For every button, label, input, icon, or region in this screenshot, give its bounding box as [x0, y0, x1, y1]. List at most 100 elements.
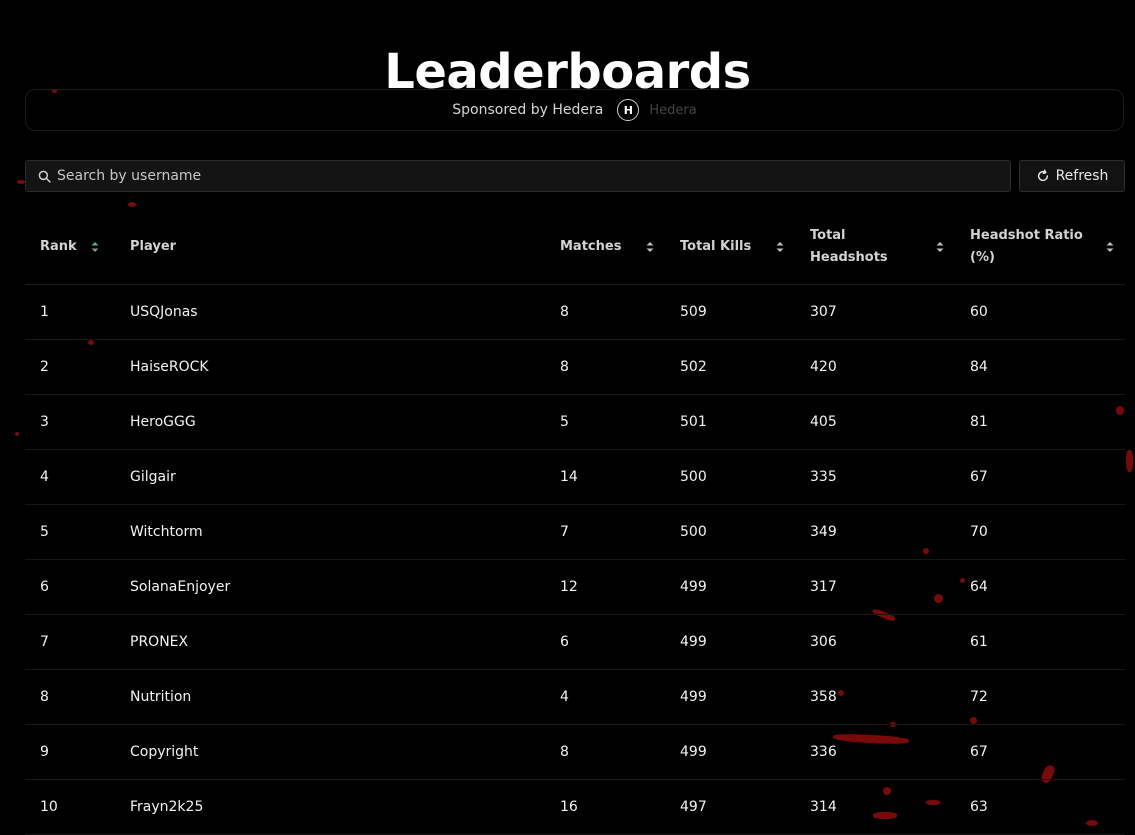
- search-box[interactable]: [25, 160, 1011, 192]
- cell-total-headshots: 349: [795, 504, 955, 560]
- cell-matches: 16: [545, 779, 665, 835]
- cell-player: HaiseROCK: [115, 339, 545, 395]
- search-input[interactable]: [57, 168, 1010, 184]
- cell-rank: 3: [25, 394, 115, 450]
- refresh-label: Refresh: [1055, 168, 1109, 184]
- cell-total-kills: 499: [665, 559, 795, 615]
- column-label: Total Headshots: [810, 228, 888, 265]
- cell-rank: 4: [25, 449, 115, 505]
- cell-total-headshots: 358: [795, 669, 955, 725]
- cell-player: Copyright: [115, 724, 545, 780]
- column-label: Total Kills: [680, 239, 752, 254]
- cell-headshot-ratio: 72: [955, 669, 1125, 725]
- cell-total-kills: 499: [665, 669, 795, 725]
- cell-headshot-ratio: 60: [955, 284, 1125, 340]
- column-label: Rank: [40, 239, 77, 254]
- cell-total-kills: 509: [665, 284, 795, 340]
- cell-rank: 1: [25, 284, 115, 340]
- cell-rank: 6: [25, 559, 115, 615]
- column-header-total-headshots[interactable]: Total Headshots: [795, 210, 955, 285]
- cell-headshot-ratio: 64: [955, 559, 1125, 615]
- refresh-icon: [1037, 169, 1048, 182]
- cell-player: Witchtorm: [115, 504, 545, 560]
- cell-total-kills: 499: [665, 614, 795, 670]
- cell-matches: 8: [545, 724, 665, 780]
- column-label: Matches: [560, 239, 622, 254]
- cell-player: SolanaEnjoyer: [115, 559, 545, 615]
- cell-rank: 5: [25, 504, 115, 560]
- table-row: 2 HaiseROCK 8 502 420 84: [25, 339, 1125, 395]
- cell-total-kills: 499: [665, 724, 795, 780]
- table-header-row: Rank Player Matches Total Kills Total He…: [25, 210, 1125, 285]
- table-row: 5 Witchtorm 7 500 349 70: [25, 504, 1125, 560]
- cell-total-headshots: 335: [795, 449, 955, 505]
- table-row: 9 Copyright 8 499 336 67: [25, 724, 1125, 780]
- cell-matches: 6: [545, 614, 665, 670]
- refresh-button[interactable]: Refresh: [1019, 160, 1125, 192]
- cell-headshot-ratio: 67: [955, 724, 1125, 780]
- cell-total-kills: 502: [665, 339, 795, 395]
- sponsor-banner: Sponsored by Hedera H Hedera: [25, 89, 1124, 131]
- table-row: 1 USQJonas 8 509 307 60: [25, 284, 1125, 340]
- column-header-total-kills[interactable]: Total Kills: [665, 210, 795, 285]
- sort-icon[interactable]: [935, 240, 945, 254]
- cell-total-kills: 500: [665, 504, 795, 560]
- sponsor-text: Sponsored by Hedera: [452, 102, 604, 118]
- cell-player: HeroGGG: [115, 394, 545, 450]
- sort-icon[interactable]: [645, 240, 655, 254]
- cell-headshot-ratio: 67: [955, 449, 1125, 505]
- table-row: 7 PRONEX 6 499 306 61: [25, 614, 1125, 670]
- cell-matches: 8: [545, 284, 665, 340]
- cell-headshot-ratio: 63: [955, 779, 1125, 835]
- cell-total-kills: 497: [665, 779, 795, 835]
- cell-total-headshots: 307: [795, 284, 955, 340]
- cell-rank: 7: [25, 614, 115, 670]
- cell-headshot-ratio: 84: [955, 339, 1125, 395]
- cell-rank: 8: [25, 669, 115, 725]
- cell-matches: 7: [545, 504, 665, 560]
- sort-icon[interactable]: [1105, 240, 1115, 254]
- cell-player: Nutrition: [115, 669, 545, 725]
- cell-rank: 9: [25, 724, 115, 780]
- cell-matches: 4: [545, 669, 665, 725]
- cell-headshot-ratio: 70: [955, 504, 1125, 560]
- cell-headshot-ratio: 81: [955, 394, 1125, 450]
- cell-player: PRONEX: [115, 614, 545, 670]
- cell-matches: 8: [545, 339, 665, 395]
- table-row: 8 Nutrition 4 499 358 72: [25, 669, 1125, 725]
- cell-player: USQJonas: [115, 284, 545, 340]
- cell-total-kills: 501: [665, 394, 795, 450]
- leaderboard-body: 1 USQJonas 8 509 307 60 2 HaiseROCK 8 50…: [25, 284, 1125, 835]
- column-label: Player: [130, 239, 177, 254]
- sort-ascending-icon[interactable]: [90, 240, 100, 254]
- cell-matches: 14: [545, 449, 665, 505]
- cell-total-headshots: 420: [795, 339, 955, 395]
- cell-total-headshots: 405: [795, 394, 955, 450]
- cell-total-headshots: 317: [795, 559, 955, 615]
- table-row: 3 HeroGGG 5 501 405 81: [25, 394, 1125, 450]
- cell-matches: 12: [545, 559, 665, 615]
- leaderboard-table: Rank Player Matches Total Kills Total He…: [25, 210, 1125, 835]
- table-row: 6 SolanaEnjoyer 12 499 317 64: [25, 559, 1125, 615]
- search-icon: [38, 170, 51, 183]
- cell-total-headshots: 314: [795, 779, 955, 835]
- cell-player: Gilgair: [115, 449, 545, 505]
- column-header-player: Player: [115, 210, 545, 285]
- column-label: Headshot Ratio (%): [970, 228, 1083, 265]
- cell-total-headshots: 336: [795, 724, 955, 780]
- column-header-matches[interactable]: Matches: [545, 210, 665, 285]
- table-row: 10 Frayn2k25 16 497 314 63: [25, 779, 1125, 835]
- cell-player: Frayn2k25: [115, 779, 545, 835]
- cell-total-headshots: 306: [795, 614, 955, 670]
- cell-rank: 10: [25, 779, 115, 835]
- cell-total-kills: 500: [665, 449, 795, 505]
- sponsor-logo-name: Hedera: [649, 102, 697, 118]
- column-header-rank[interactable]: Rank: [25, 210, 115, 285]
- sort-icon[interactable]: [775, 240, 785, 254]
- cell-headshot-ratio: 61: [955, 614, 1125, 670]
- table-row: 4 Gilgair 14 500 335 67: [25, 449, 1125, 505]
- column-header-headshot-ratio[interactable]: Headshot Ratio (%): [955, 210, 1125, 285]
- hedera-logo-icon: H: [617, 99, 640, 121]
- cell-matches: 5: [545, 394, 665, 450]
- cell-rank: 2: [25, 339, 115, 395]
